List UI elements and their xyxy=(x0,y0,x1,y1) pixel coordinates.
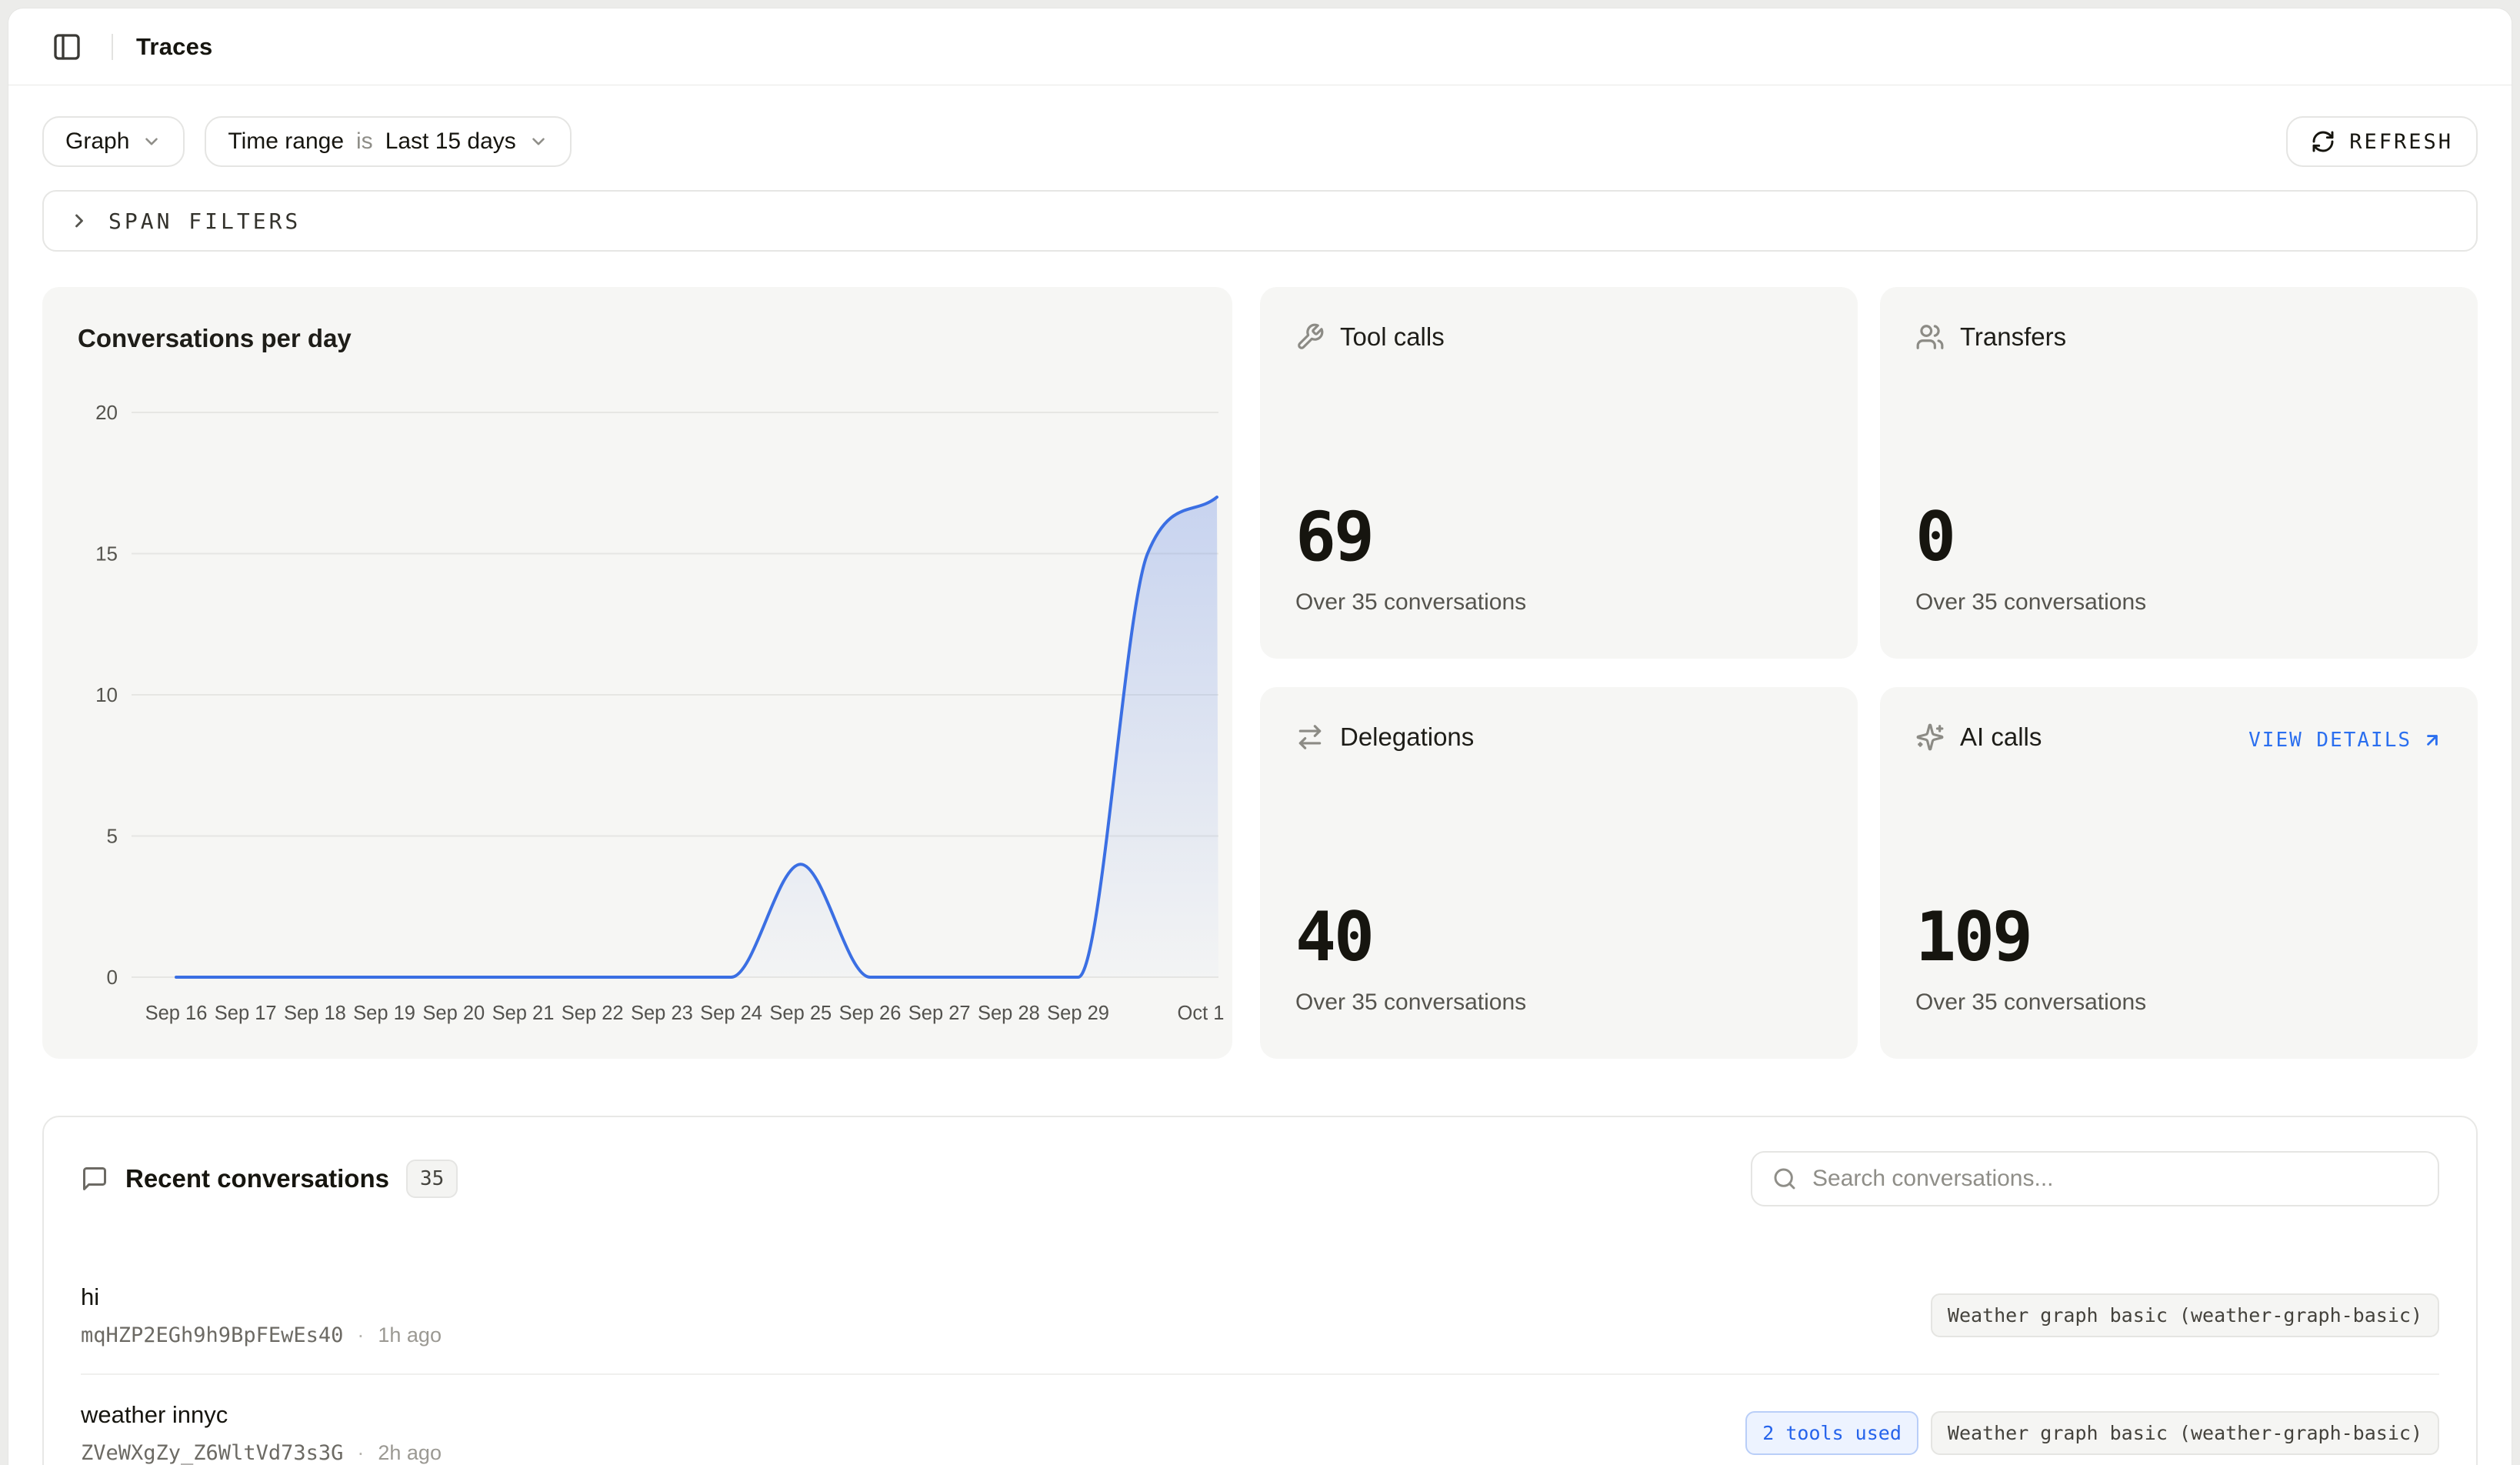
recent-conversations-title: Recent conversations xyxy=(125,1164,389,1193)
svg-text:20: 20 xyxy=(95,401,118,424)
top-header: Traces xyxy=(8,8,2512,85)
conversation-title: weather innyc xyxy=(81,1401,442,1429)
view-selector-dropdown[interactable]: Graph xyxy=(42,116,185,167)
search-icon xyxy=(1772,1166,1797,1191)
svg-text:Sep 19: Sep 19 xyxy=(353,1003,415,1024)
chart-x-axis-labels: Sep 16 Sep 17 Sep 18 Sep 19 Sep 20 Sep 21 Sep … xyxy=(145,1003,1225,1024)
app-surface: Traces Graph Time range is Last 15 days … xyxy=(8,8,2512,1465)
conversation-row[interactable]: hi mqHZP2EGh9h9BpFEwEs40 · 1h ago Weathe… xyxy=(81,1257,2439,1375)
stat-caption: Over 35 conversations xyxy=(1295,989,1822,1016)
conversation-title: hi xyxy=(81,1283,442,1311)
users-icon xyxy=(1915,322,1945,352)
time-range-label: Time range xyxy=(228,128,344,155)
view-details-link[interactable]: VIEW DETAILS xyxy=(2248,729,2442,752)
chevron-down-icon xyxy=(528,132,548,152)
stat-value: 69 xyxy=(1295,509,1822,566)
conversations-chart-card: Conversations per day 05101520 Sep 16Sep… xyxy=(42,287,1232,1059)
conversation-id: ZVeWXgZy_Z6WltVd73s3G xyxy=(81,1441,343,1465)
conversation-row[interactable]: weather innyc ZVeWXgZy_Z6WltVd73s3G · 2h… xyxy=(81,1375,2439,1465)
search-conversations-input[interactable] xyxy=(1812,1166,2418,1192)
chat-bubble-icon xyxy=(81,1165,108,1193)
svg-text:Sep 25: Sep 25 xyxy=(769,1003,832,1024)
view-details-label: VIEW DETAILS xyxy=(2248,729,2412,752)
svg-text:Oct 1: Oct 1 xyxy=(1178,1003,1225,1024)
chevron-down-icon xyxy=(142,132,162,152)
svg-text:Sep 17: Sep 17 xyxy=(215,1003,277,1024)
wrench-icon xyxy=(1295,322,1325,352)
stat-label: Tool calls xyxy=(1340,322,1445,352)
chart-y-axis-labels: 0 5 10 15 20 xyxy=(95,401,118,989)
refresh-label: REFRESH xyxy=(2349,130,2453,154)
conversation-timestamp: 2h ago xyxy=(378,1441,442,1465)
svg-text:Sep 24: Sep 24 xyxy=(700,1003,762,1024)
filters-toolbar: Graph Time range is Last 15 days REFRESH xyxy=(8,116,2512,167)
page-title: Traces xyxy=(136,33,212,61)
svg-text:0: 0 xyxy=(107,966,118,989)
stat-value: 0 xyxy=(1915,509,2442,566)
stat-card-delegations: Delegations 40 Over 35 conversations xyxy=(1260,687,1858,1059)
svg-text:15: 15 xyxy=(95,542,118,566)
stat-card-ai-calls: AI calls VIEW DETAILS 109 Over 35 conver… xyxy=(1880,687,2478,1059)
panel-left-icon xyxy=(52,32,82,62)
svg-text:Sep 29: Sep 29 xyxy=(1047,1003,1109,1024)
svg-text:Sep 21: Sep 21 xyxy=(492,1003,555,1024)
svg-text:Sep 22: Sep 22 xyxy=(562,1003,624,1024)
time-range-value: Last 15 days xyxy=(385,128,516,155)
conversation-list: hi mqHZP2EGh9h9BpFEwEs40 · 1h ago Weathe… xyxy=(81,1257,2439,1465)
search-conversations-box[interactable] xyxy=(1751,1151,2439,1206)
stats-grid: Tool calls 69 Over 35 conversations Tran… xyxy=(1260,287,2478,1059)
swap-arrows-icon xyxy=(1295,722,1325,752)
meta-separator-dot: · xyxy=(357,1323,364,1347)
chevron-right-icon xyxy=(68,210,90,232)
svg-text:Sep 20: Sep 20 xyxy=(422,1003,485,1024)
chart-line xyxy=(176,497,1217,977)
sidebar-toggle-button[interactable] xyxy=(45,25,88,68)
stat-card-transfers: Transfers 0 Over 35 conversations xyxy=(1880,287,2478,659)
stat-value: 109 xyxy=(1915,909,2442,966)
conversations-area-chart[interactable]: 05101520 Sep 16Sep 17Sep 18Sep 19Sep 20S… xyxy=(42,287,1259,1059)
stat-label: Transfers xyxy=(1960,322,2066,352)
arrow-up-right-icon xyxy=(2422,730,2442,750)
conversation-count-badge: 35 xyxy=(406,1160,458,1198)
recent-conversations-card: Recent conversations 35 hi mqHZP2EGh9h9B… xyxy=(42,1116,2478,1465)
stat-caption: Over 35 conversations xyxy=(1915,989,2442,1016)
svg-text:Sep 18: Sep 18 xyxy=(284,1003,346,1024)
stat-card-tool-calls: Tool calls 69 Over 35 conversations xyxy=(1260,287,1858,659)
conversation-id: mqHZP2EGh9h9BpFEwEs40 xyxy=(81,1323,343,1347)
sparkles-icon xyxy=(1915,722,1945,752)
stat-label: AI calls xyxy=(1960,722,2042,752)
svg-text:Sep 16: Sep 16 xyxy=(145,1003,208,1024)
recent-conversations-header: Recent conversations 35 xyxy=(81,1151,2439,1206)
conversation-timestamp: 1h ago xyxy=(378,1323,442,1347)
svg-text:10: 10 xyxy=(95,683,118,706)
svg-text:5: 5 xyxy=(107,825,118,848)
stat-caption: Over 35 conversations xyxy=(1295,589,1822,616)
stat-caption: Over 35 conversations xyxy=(1915,589,2442,616)
meta-separator-dot: · xyxy=(357,1441,364,1465)
agent-tag: Weather graph basic (weather-graph-basic… xyxy=(1931,1293,2439,1337)
time-range-filter[interactable]: Time range is Last 15 days xyxy=(205,116,571,167)
svg-text:Sep 23: Sep 23 xyxy=(631,1003,693,1024)
chart-area-fill xyxy=(176,497,1218,977)
time-range-operator: is xyxy=(356,128,373,155)
span-filters-label: SPAN FILTERS xyxy=(108,209,301,234)
dashboard: Conversations per day 05101520 Sep 16Sep… xyxy=(8,287,2512,1059)
svg-text:Sep 26: Sep 26 xyxy=(839,1003,902,1024)
refresh-icon xyxy=(2311,129,2335,154)
span-filters-expander[interactable]: SPAN FILTERS xyxy=(42,190,2478,252)
svg-text:Sep 27: Sep 27 xyxy=(908,1003,971,1024)
refresh-button[interactable]: REFRESH xyxy=(2286,116,2478,167)
view-selector-label: Graph xyxy=(65,128,129,155)
stat-label: Delegations xyxy=(1340,722,1474,752)
chart-gridlines xyxy=(132,412,1218,977)
header-divider xyxy=(112,34,113,60)
tools-used-tag: 2 tools used xyxy=(1745,1411,1918,1455)
agent-tag: Weather graph basic (weather-graph-basic… xyxy=(1931,1411,2439,1455)
stat-value: 40 xyxy=(1295,909,1822,966)
svg-text:Sep 28: Sep 28 xyxy=(978,1003,1040,1024)
